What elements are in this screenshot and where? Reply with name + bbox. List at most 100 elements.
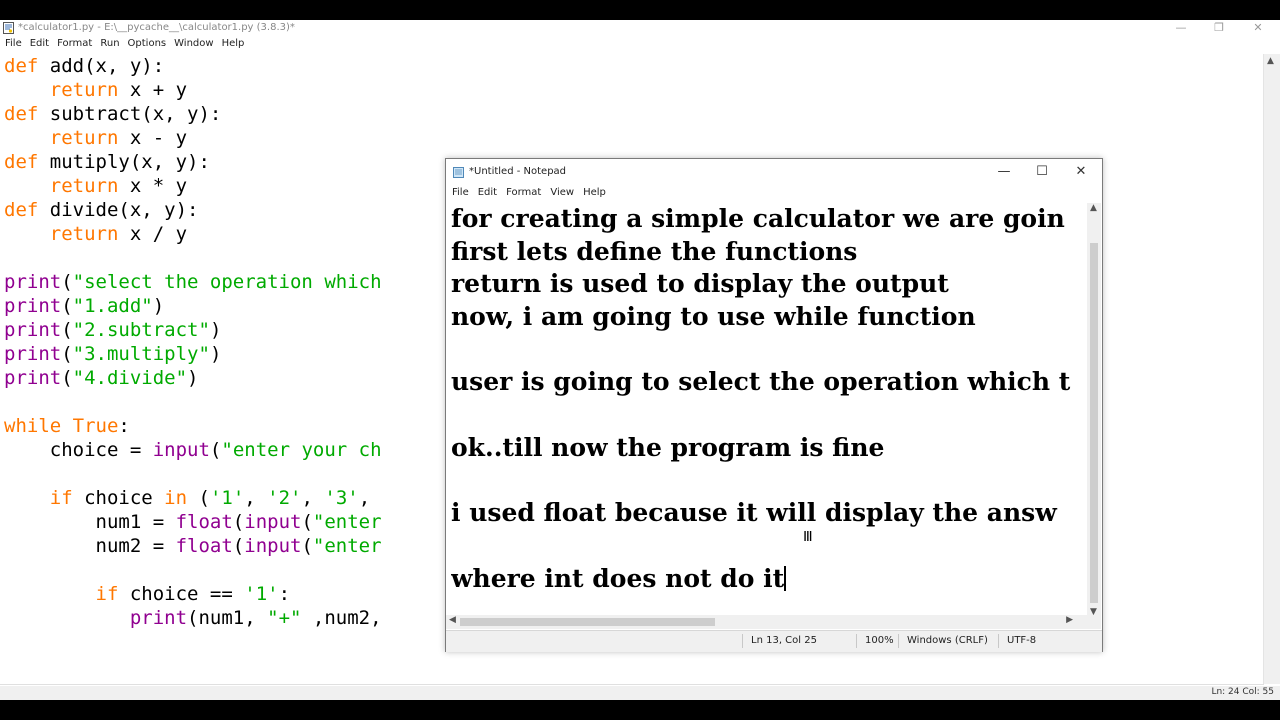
notepad-menu-help[interactable]: Help: [583, 187, 606, 198]
code-token: def: [4, 55, 39, 77]
code-token: return: [49, 175, 119, 197]
notepad-titlebar: *Untitled - Notepad — ☐ ✕: [446, 159, 1102, 185]
horizontal-scroll-thumb[interactable]: [460, 618, 715, 626]
close-icon[interactable]: ✕: [1061, 159, 1101, 185]
code-token: '3': [324, 487, 359, 509]
code-token: x / y: [118, 223, 188, 245]
notepad-text-line: [451, 334, 1087, 367]
code-line: num1 = float(input("enter: [4, 510, 382, 534]
notepad-text-line: i used float because it will display the…: [451, 498, 1057, 528]
code-editor[interactable]: def add(x, y): return x + y def subtract(…: [4, 54, 382, 630]
code-token: "enter your ch: [221, 439, 382, 461]
code-token: ,: [244, 487, 268, 509]
code-token: x + y: [118, 79, 188, 101]
code-token: in: [164, 487, 188, 509]
notepad-menu-format[interactable]: Format: [506, 187, 541, 198]
code-token: (num1,: [187, 607, 268, 629]
notepad-vertical-scrollbar[interactable]: ▲ ▼: [1087, 203, 1101, 617]
code-token: ): [187, 367, 199, 389]
code-token: '2': [267, 487, 302, 509]
restore-icon[interactable]: ❐: [1204, 20, 1234, 36]
notepad-text-line: user is going to select the operation wh…: [451, 367, 1071, 397]
idle-statusbar: Ln: 24 Col: 55: [0, 686, 1280, 700]
minimize-icon[interactable]: —: [1166, 20, 1196, 36]
text-caret: [784, 565, 786, 591]
notepad-window: *Untitled - Notepad — ☐ ✕ File Edit Format…: [445, 158, 1103, 652]
status-separator: [998, 634, 999, 648]
scroll-left-arrow-icon[interactable]: ◀: [449, 615, 456, 625]
code-token: def: [4, 199, 39, 221]
notepad-window-title: *Untitled - Notepad: [469, 166, 567, 177]
scroll-up-arrow-icon[interactable]: ▲: [1267, 56, 1274, 66]
code-token: '1': [244, 583, 279, 605]
notepad-text-line: for creating a simple calculator we are …: [451, 204, 1065, 233]
notepad-menu-file[interactable]: File: [452, 187, 469, 198]
notepad-menu-view[interactable]: View: [550, 187, 574, 198]
status-line-ending: Windows (CRLF): [907, 635, 988, 646]
code-token: return: [49, 223, 119, 245]
code-line: def divide(x, y):: [4, 198, 382, 222]
code-token: choice ==: [118, 583, 245, 605]
code-token: print: [4, 367, 62, 389]
code-token: x * y: [118, 175, 188, 197]
scroll-up-arrow-icon[interactable]: ▲: [1090, 203, 1097, 213]
vertical-scroll-thumb[interactable]: [1090, 243, 1098, 603]
idle-menu-options[interactable]: Options: [128, 38, 167, 49]
notepad-horizontal-scrollbar[interactable]: ◀ ▶: [446, 615, 1087, 629]
notepad-text-area[interactable]: for creating a simple calculator we are …: [451, 203, 1087, 615]
idle-vertical-scrollbar[interactable]: ▲: [1263, 54, 1280, 684]
code-token: "3.multiply": [72, 343, 210, 365]
python-file-icon: [3, 22, 14, 34]
idle-titlebar: *calculator1.py - E:\__pycache__\calcula…: [0, 20, 1280, 36]
code-token: ): [152, 295, 165, 317]
idle-window-title: *calculator1.py - E:\__pycache__\calcula…: [18, 22, 295, 33]
code-token: add(x, y):: [38, 55, 165, 77]
code-token: if: [95, 583, 119, 605]
maximize-icon[interactable]: ☐: [1022, 159, 1062, 185]
code-token: "1.add": [72, 295, 153, 317]
code-token: def: [4, 103, 39, 125]
code-token: float: [175, 511, 233, 533]
code-line: if choice == '1':: [4, 582, 382, 606]
minimize-icon[interactable]: —: [984, 159, 1024, 185]
code-token: subtract(x, y):: [38, 103, 222, 125]
code-line: print("select the operation which: [4, 270, 382, 294]
code-line: while True:: [4, 414, 382, 438]
idle-menu-file[interactable]: File: [5, 38, 22, 49]
notepad-icon: [453, 167, 464, 178]
idle-menu-edit[interactable]: Edit: [30, 38, 49, 49]
code-line: print("4.divide"): [4, 366, 382, 390]
idle-menu-format[interactable]: Format: [57, 38, 92, 49]
code-line: print("2.subtract"): [4, 318, 382, 342]
code-token: print: [129, 607, 188, 629]
notepad-text-line: [451, 465, 1087, 498]
code-line: return x / y: [4, 222, 382, 246]
code-token: choice =: [4, 439, 153, 461]
scroll-right-arrow-icon[interactable]: ▶: [1066, 615, 1073, 625]
code-token: while: [4, 415, 62, 437]
code-token: '1': [209, 487, 245, 509]
code-token: x - y: [118, 127, 188, 149]
idle-menu-run[interactable]: Run: [100, 38, 119, 49]
status-separator: [742, 634, 743, 648]
notepad-menu-edit[interactable]: Edit: [478, 187, 497, 198]
code-line: num2 = float(input("enter: [4, 534, 382, 558]
code-line: print("3.multiply"): [4, 342, 382, 366]
code-token: "2.subtract": [72, 319, 210, 341]
idle-menu-window[interactable]: Window: [174, 38, 213, 49]
code-token: print: [4, 295, 62, 317]
code-token: mutiply(x, y):: [38, 151, 210, 173]
code-token: print: [4, 319, 62, 341]
code-token: "enter: [312, 535, 382, 557]
idle-menu-help[interactable]: Help: [222, 38, 245, 49]
status-zoom: 100%: [865, 635, 894, 646]
notepad-text-line: [451, 530, 1087, 563]
close-icon[interactable]: ✕: [1243, 20, 1273, 36]
code-token: num1 =: [4, 511, 176, 533]
